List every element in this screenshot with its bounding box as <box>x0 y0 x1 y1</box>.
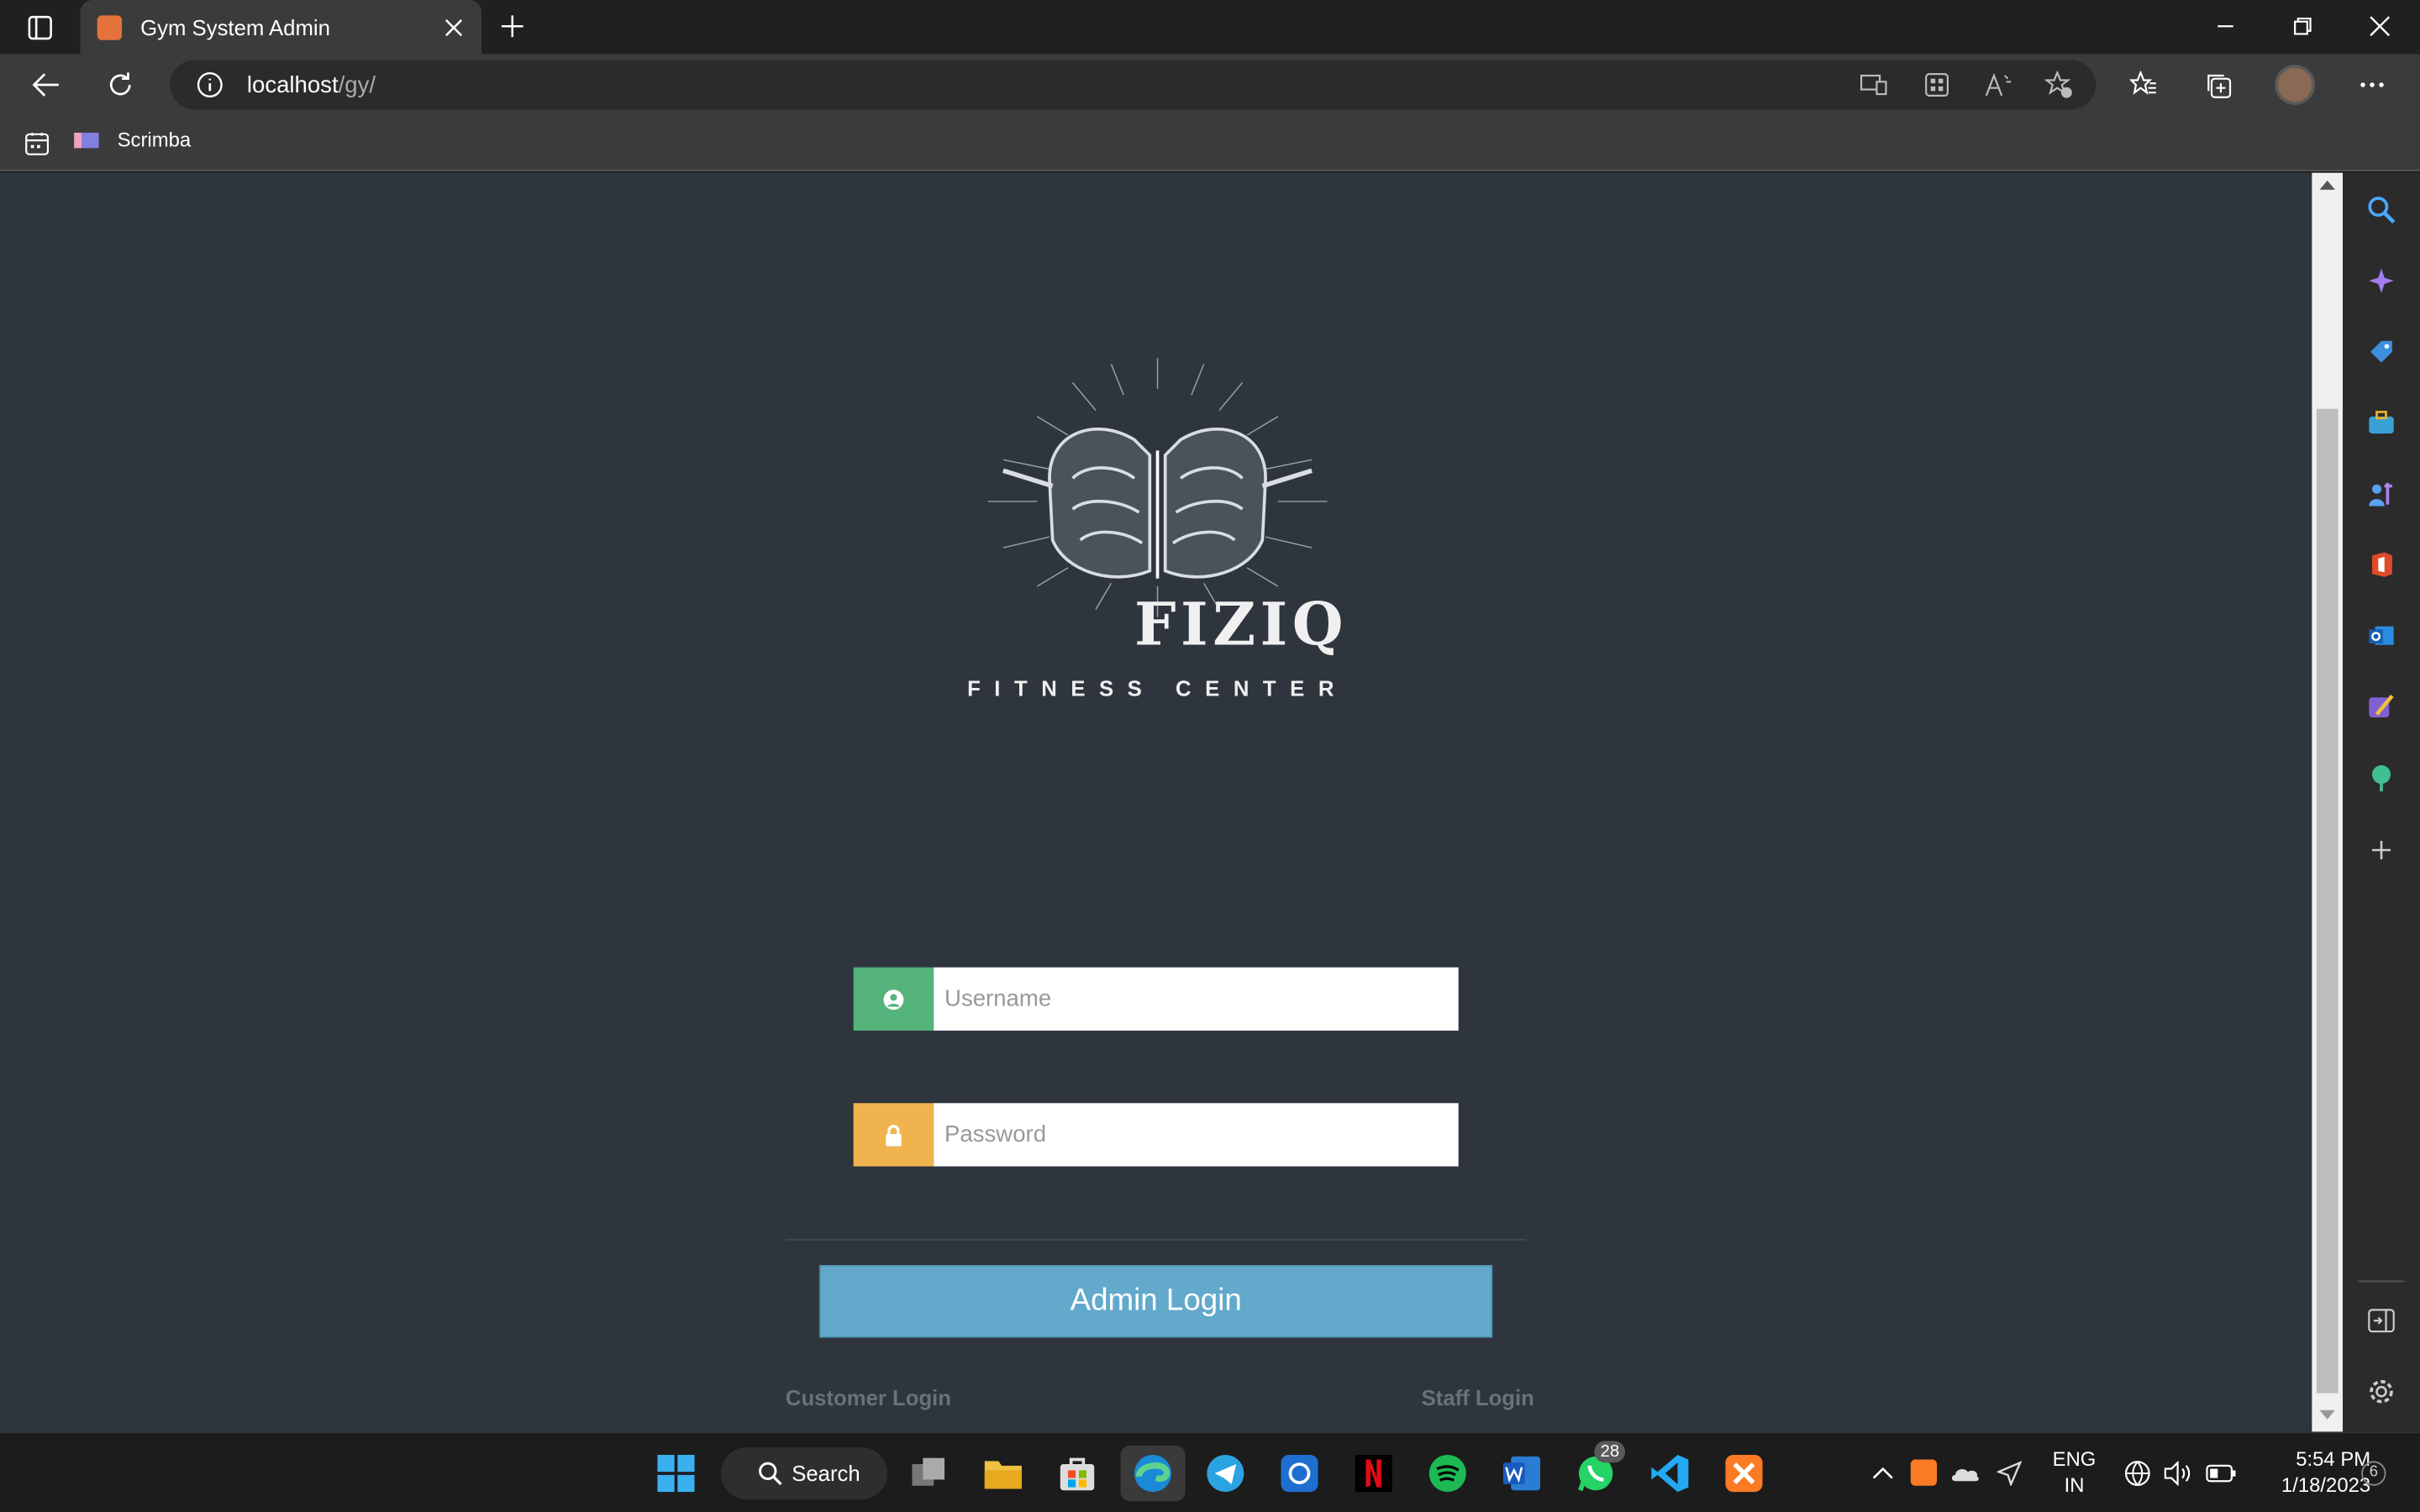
tray-xampp-icon[interactable] <box>1910 1459 1938 1486</box>
address-bar[interactable]: localhost/gy/ <box>170 60 2096 110</box>
taskbar: Search 28 ENG IN 5:54 PM 1/18/2023 6 <box>0 1431 2420 1512</box>
sidebar-settings-icon[interactable] <box>2363 1373 2400 1410</box>
file-explorer-icon[interactable] <box>976 1446 1031 1501</box>
tab-bar: Gym System Admin <box>0 0 2420 55</box>
language-indicator[interactable]: ENG IN <box>2046 1446 2102 1498</box>
whatsapp-icon[interactable]: 28 <box>1568 1441 1626 1501</box>
refresh-icon[interactable] <box>102 66 139 103</box>
sidebar-search-icon[interactable] <box>2363 192 2400 228</box>
sidebar-tools-icon[interactable] <box>2363 404 2400 441</box>
sidebar-tree-icon[interactable] <box>2363 759 2400 796</box>
close-tab-icon[interactable] <box>435 8 472 45</box>
bookmarks-bar: Scrimba <box>0 115 2420 171</box>
close-window-icon[interactable] <box>2361 8 2398 45</box>
clock-date: 1/18/2023 <box>2281 1473 2371 1497</box>
back-icon[interactable] <box>28 66 65 103</box>
url-path: /gy/ <box>338 71 376 98</box>
spotify-icon[interactable] <box>1420 1446 1476 1501</box>
username-field-group <box>853 967 1459 1031</box>
brand-name: FIZIQ <box>1134 589 1349 659</box>
restore-icon[interactable] <box>2284 8 2321 45</box>
admin-login-button[interactable]: Admin Login <box>819 1265 1493 1338</box>
sidebar-office-icon[interactable] <box>2363 546 2400 583</box>
clock-time: 5:54 PM <box>2296 1446 2371 1471</box>
bookmark-scrimba[interactable]: Scrimba <box>74 128 191 151</box>
favorites-icon[interactable] <box>2125 66 2162 103</box>
sync-app-icon[interactable] <box>1271 1446 1327 1501</box>
taskbar-search-label: Search <box>792 1461 860 1486</box>
onedrive-icon[interactable] <box>1948 1458 1981 1489</box>
password-field-group <box>853 1103 1459 1167</box>
telegram-icon[interactable] <box>1197 1446 1253 1501</box>
show-hidden-icons[interactable] <box>1867 1458 1898 1489</box>
page-content: FIZIQ FITNESS CENTER Admin Login Custome… <box>0 172 2312 1432</box>
password-input[interactable] <box>934 1103 1459 1167</box>
vscode-icon[interactable] <box>1642 1446 1697 1501</box>
notification-badge[interactable]: 6 <box>2361 1461 2386 1486</box>
region-code: IN <box>2064 1473 2085 1497</box>
apps-grid-icon[interactable] <box>1918 70 1955 101</box>
read-aloud-icon[interactable] <box>1980 70 2017 101</box>
sidebar-add-icon[interactable] <box>2363 832 2400 869</box>
bookmark-app-icon[interactable] <box>22 128 53 159</box>
user-icon <box>853 967 934 1031</box>
ms-store-icon[interactable] <box>1050 1446 1105 1501</box>
netflix-icon[interactable] <box>1346 1446 1402 1501</box>
sidebar-games-icon[interactable] <box>2363 475 2400 512</box>
network-icon[interactable] <box>2122 1458 2153 1489</box>
minimize-icon[interactable] <box>2207 8 2244 45</box>
sidebar-shopping-icon[interactable] <box>2363 333 2400 370</box>
edge-sidebar <box>2343 172 2420 1432</box>
tab-actions-icon[interactable] <box>22 9 59 46</box>
scroll-down-icon[interactable] <box>2319 1410 2335 1420</box>
word-icon[interactable] <box>1494 1446 1549 1501</box>
language-code: ENG <box>2052 1446 2096 1471</box>
scrollbar-thumb[interactable] <box>2316 408 2338 1394</box>
taskbar-search[interactable]: Search <box>720 1446 888 1500</box>
search-icon <box>759 1462 782 1486</box>
add-favorite-icon[interactable] <box>2040 70 2077 101</box>
whatsapp-badge: 28 <box>1594 1441 1626 1463</box>
url-text[interactable]: localhost/gy/ <box>247 71 376 97</box>
task-view-icon[interactable] <box>902 1446 957 1501</box>
new-tab-icon[interactable] <box>494 8 531 45</box>
location-icon[interactable] <box>1994 1458 2025 1489</box>
battery-icon[interactable] <box>2204 1458 2238 1489</box>
sidebar-designer-icon[interactable] <box>2363 688 2400 725</box>
collections-icon[interactable] <box>2199 66 2236 103</box>
lock-icon <box>853 1103 934 1167</box>
sidebar-copilot-icon[interactable] <box>2363 262 2400 299</box>
xampp-icon[interactable] <box>1716 1446 1771 1501</box>
tab-gym-system-admin[interactable]: Gym System Admin <box>80 0 482 55</box>
sidebar-outlook-icon[interactable] <box>2363 617 2400 654</box>
start-icon[interactable] <box>648 1446 703 1501</box>
sidebar-divider <box>2358 1280 2405 1283</box>
divider <box>785 1238 1527 1241</box>
address-row: localhost/gy/ <box>0 54 2420 116</box>
scrimba-icon <box>74 132 99 148</box>
staff-login-link[interactable]: Staff Login <box>1422 1385 1534 1410</box>
edge-icon[interactable] <box>1120 1445 1186 1502</box>
url-host: localhost <box>246 71 339 98</box>
brand-subtitle: FITNESS CENTER <box>967 675 1348 701</box>
site-info-icon[interactable] <box>194 70 225 101</box>
scroll-up-icon[interactable] <box>2319 180 2335 190</box>
username-input[interactable] <box>934 967 1459 1031</box>
xampp-favicon-icon <box>97 14 123 39</box>
customer-login-link[interactable]: Customer Login <box>786 1385 951 1410</box>
tab-title: Gym System Admin <box>140 14 330 39</box>
more-options-icon[interactable] <box>2354 66 2391 103</box>
volume-icon[interactable] <box>2162 1458 2193 1489</box>
sidebar-collapse-icon[interactable] <box>2363 1302 2400 1339</box>
profile-avatar[interactable] <box>2275 65 2316 105</box>
clock[interactable]: 5:54 PM 1/18/2023 <box>2250 1446 2370 1498</box>
logo: FIZIQ <box>941 354 1373 709</box>
bookmark-label: Scrimba <box>117 128 192 151</box>
app-available-icon[interactable] <box>1855 70 1892 101</box>
